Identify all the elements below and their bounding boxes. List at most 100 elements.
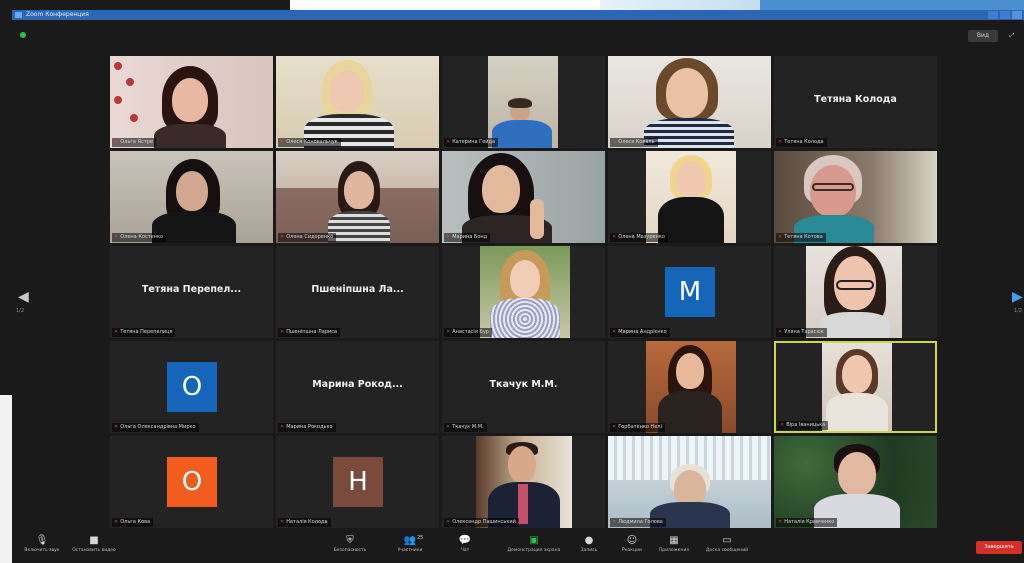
participant-tile[interactable]: ✕ Людмила Голова: [608, 436, 771, 528]
close-icon[interactable]: [1012, 11, 1022, 19]
participants-count: 25: [417, 535, 424, 541]
apps-grid-icon: ▦: [669, 535, 679, 546]
reactions-button-label: Реакции: [622, 548, 642, 553]
participant-video: [822, 343, 892, 431]
fullscreen-icon: ⤢: [1009, 32, 1015, 39]
participant-display-name: Пшеніпшна Ла...: [311, 284, 404, 295]
mute-button-label: Включить звук: [24, 548, 60, 553]
participant-tile[interactable]: Тетяна Перепел... ✕ Тетяна Перепелиця: [110, 246, 273, 338]
participant-name-label: ✕ Людмила Голова: [610, 518, 666, 527]
participant-tile[interactable]: Тетяна Колода ✕ Тетяна Колода: [774, 56, 937, 148]
mic-muted-icon: ✕: [114, 139, 119, 145]
end-meeting-button[interactable]: Завершить: [976, 541, 1022, 554]
participant-video: [276, 151, 439, 243]
participant-tile[interactable]: ✕ Олена Костенко: [110, 151, 273, 243]
mic-muted-icon: ✕: [612, 329, 617, 335]
share-screen-button-label: Демонстрация экрана: [507, 548, 561, 553]
mic-muted-icon: ✕: [446, 519, 451, 525]
participant-tile[interactable]: ✕ Анастасія Бур: [442, 246, 605, 338]
participant-name-label: ✕ Марина Бонд: [444, 233, 491, 242]
participant-tile[interactable]: ✕ Олена Мазуренко: [608, 151, 771, 243]
participant-avatar: O: [167, 457, 217, 507]
participant-name-label: ✕ Олена Костенко: [112, 233, 167, 242]
mic-muted-icon: ✕: [612, 424, 617, 430]
participant-tile[interactable]: ✕ Горбатенко Нелі: [608, 341, 771, 433]
reaction-smiley-icon: ☺: [626, 535, 638, 546]
chat-button[interactable]: 💬 Чат: [450, 535, 480, 555]
participant-video: [476, 436, 572, 528]
view-button[interactable]: Вид: [968, 30, 998, 42]
fullscreen-button[interactable]: ⤢: [1002, 30, 1022, 42]
participant-video: [276, 56, 439, 148]
record-button-label: Запись: [580, 548, 598, 553]
participant-tile[interactable]: ✕ Олеся Коновальчук: [276, 56, 439, 148]
participant-name-label: ✕ Олена Мазуренко: [610, 233, 668, 242]
participant-tile[interactable]: ✕ Олеся Коваль: [608, 56, 771, 148]
participant-tile[interactable]: H ✕ Наталія Колода: [276, 436, 439, 528]
chevron-right-icon: ▶: [1012, 289, 1023, 305]
title-bar[interactable]: Zoom Конференция: [12, 10, 1024, 20]
record-button[interactable]: ● Запись: [574, 535, 604, 555]
whiteboard-button[interactable]: ▭ Доска сообщений: [702, 535, 752, 555]
participant-name-label: ✕ Віра Іваницька: [778, 421, 829, 430]
participant-tile[interactable]: Пшеніпшна Ла... ✕ Пшеніпшна Лариса: [276, 246, 439, 338]
zoom-app-icon: [15, 12, 22, 18]
participant-name-label: ✕ Тетяна Перепелиця: [112, 328, 176, 337]
mic-muted-icon: ✕: [778, 519, 783, 525]
participant-tile[interactable]: ✕ Наталія Кравченко: [774, 436, 937, 528]
next-page-label: 1/2: [1013, 308, 1022, 314]
apps-button-label: Приложения: [658, 548, 690, 553]
apps-button[interactable]: ▦ Приложения: [652, 535, 696, 555]
participant-name-label: ✕ Ольга Олександрівна Мирко: [112, 423, 199, 432]
meeting-toolbar: 🎙 Включить звук ■ Остановить видео ⛨ Без…: [12, 533, 1024, 563]
stop-video-button[interactable]: ■ Остановить видео: [68, 535, 120, 555]
participants-button-label: Участники: [397, 548, 423, 553]
participant-name-label: ✕ Ольга Кова: [112, 518, 154, 527]
participant-tile[interactable]: ✕ Олександр Пашинський: [442, 436, 605, 528]
participant-avatar: M: [665, 267, 715, 317]
participant-video: [488, 56, 558, 148]
participant-tile[interactable]: Ткачук М.М. ✕ Ткачук М.М.: [442, 341, 605, 433]
participant-tile[interactable]: ✕ Катерина Гейда: [442, 56, 605, 148]
participant-tile-active-speaker[interactable]: ✕ Віра Іваницька: [774, 341, 937, 433]
participant-name-label: ✕ Ткачук М.М.: [444, 423, 487, 432]
participant-video: [774, 151, 937, 243]
participant-tile[interactable]: ✕ Ольга Ястре: [110, 56, 273, 148]
reactions-button[interactable]: ☺ Реакции: [616, 535, 648, 555]
participant-tile[interactable]: ✕ Марина Бонд: [442, 151, 605, 243]
participant-video: [608, 56, 771, 148]
zoom-window: Zoom Конференция Вид ⤢ ◀ 1/2 ▶ 1/2 ✕ Оль…: [12, 10, 1024, 563]
maximize-icon[interactable]: [1000, 11, 1010, 19]
participant-tile[interactable]: Марина Рокод... ✕ Марина Рокодько: [276, 341, 439, 433]
mic-muted-icon: ✕: [280, 519, 285, 525]
participant-video: [646, 341, 736, 433]
chat-button-label: Чат: [460, 548, 470, 553]
participant-name-label: ✕ Пшеніпшна Лариса: [278, 328, 341, 337]
share-screen-button[interactable]: ▣ Демонстрация экрана: [504, 535, 564, 555]
minimize-icon[interactable]: [988, 11, 998, 19]
next-page-button[interactable]: ▶: [1012, 285, 1023, 309]
mic-muted-icon: ✕: [612, 519, 617, 525]
participant-tile[interactable]: ✕ Уляна Тарасюк: [774, 246, 937, 338]
participant-tile[interactable]: ✕ Олена Сидоренко: [276, 151, 439, 243]
gallery-grid: ✕ Ольга Ястре ✕ Олеся Коновальчук ✕ Катерин…: [110, 56, 937, 528]
security-button[interactable]: ⛨ Безопасность: [330, 535, 370, 555]
mic-muted-icon: ✕: [446, 329, 451, 335]
participant-tile[interactable]: O ✕ Ольга Кова: [110, 436, 273, 528]
participant-name-label: ✕ Анастасія Бур: [444, 328, 492, 337]
mic-muted-icon: ✕: [778, 234, 783, 240]
participant-name-label: ✕ Олеся Коваль: [610, 138, 658, 147]
participant-tile[interactable]: O ✕ Ольга Олександрівна Мирко: [110, 341, 273, 433]
mic-muted-icon: ✕: [612, 139, 617, 145]
mute-button[interactable]: 🎙 Включить звук: [22, 535, 62, 555]
participant-tile[interactable]: M ✕ Марина Андрієнко: [608, 246, 771, 338]
participant-video: [480, 246, 570, 338]
participant-tile[interactable]: ✕ Тетяна Котова: [774, 151, 937, 243]
participants-button[interactable]: 👥 25 Участники: [390, 535, 430, 555]
participant-display-name: Ткачук М.М.: [489, 379, 558, 390]
prev-page-button[interactable]: ◀: [18, 285, 30, 309]
whiteboard-icon: ▭: [722, 535, 732, 546]
security-shield-icon[interactable]: [20, 32, 26, 38]
microphone-muted-icon: 🎙: [35, 535, 49, 546]
participant-video: [646, 151, 736, 243]
